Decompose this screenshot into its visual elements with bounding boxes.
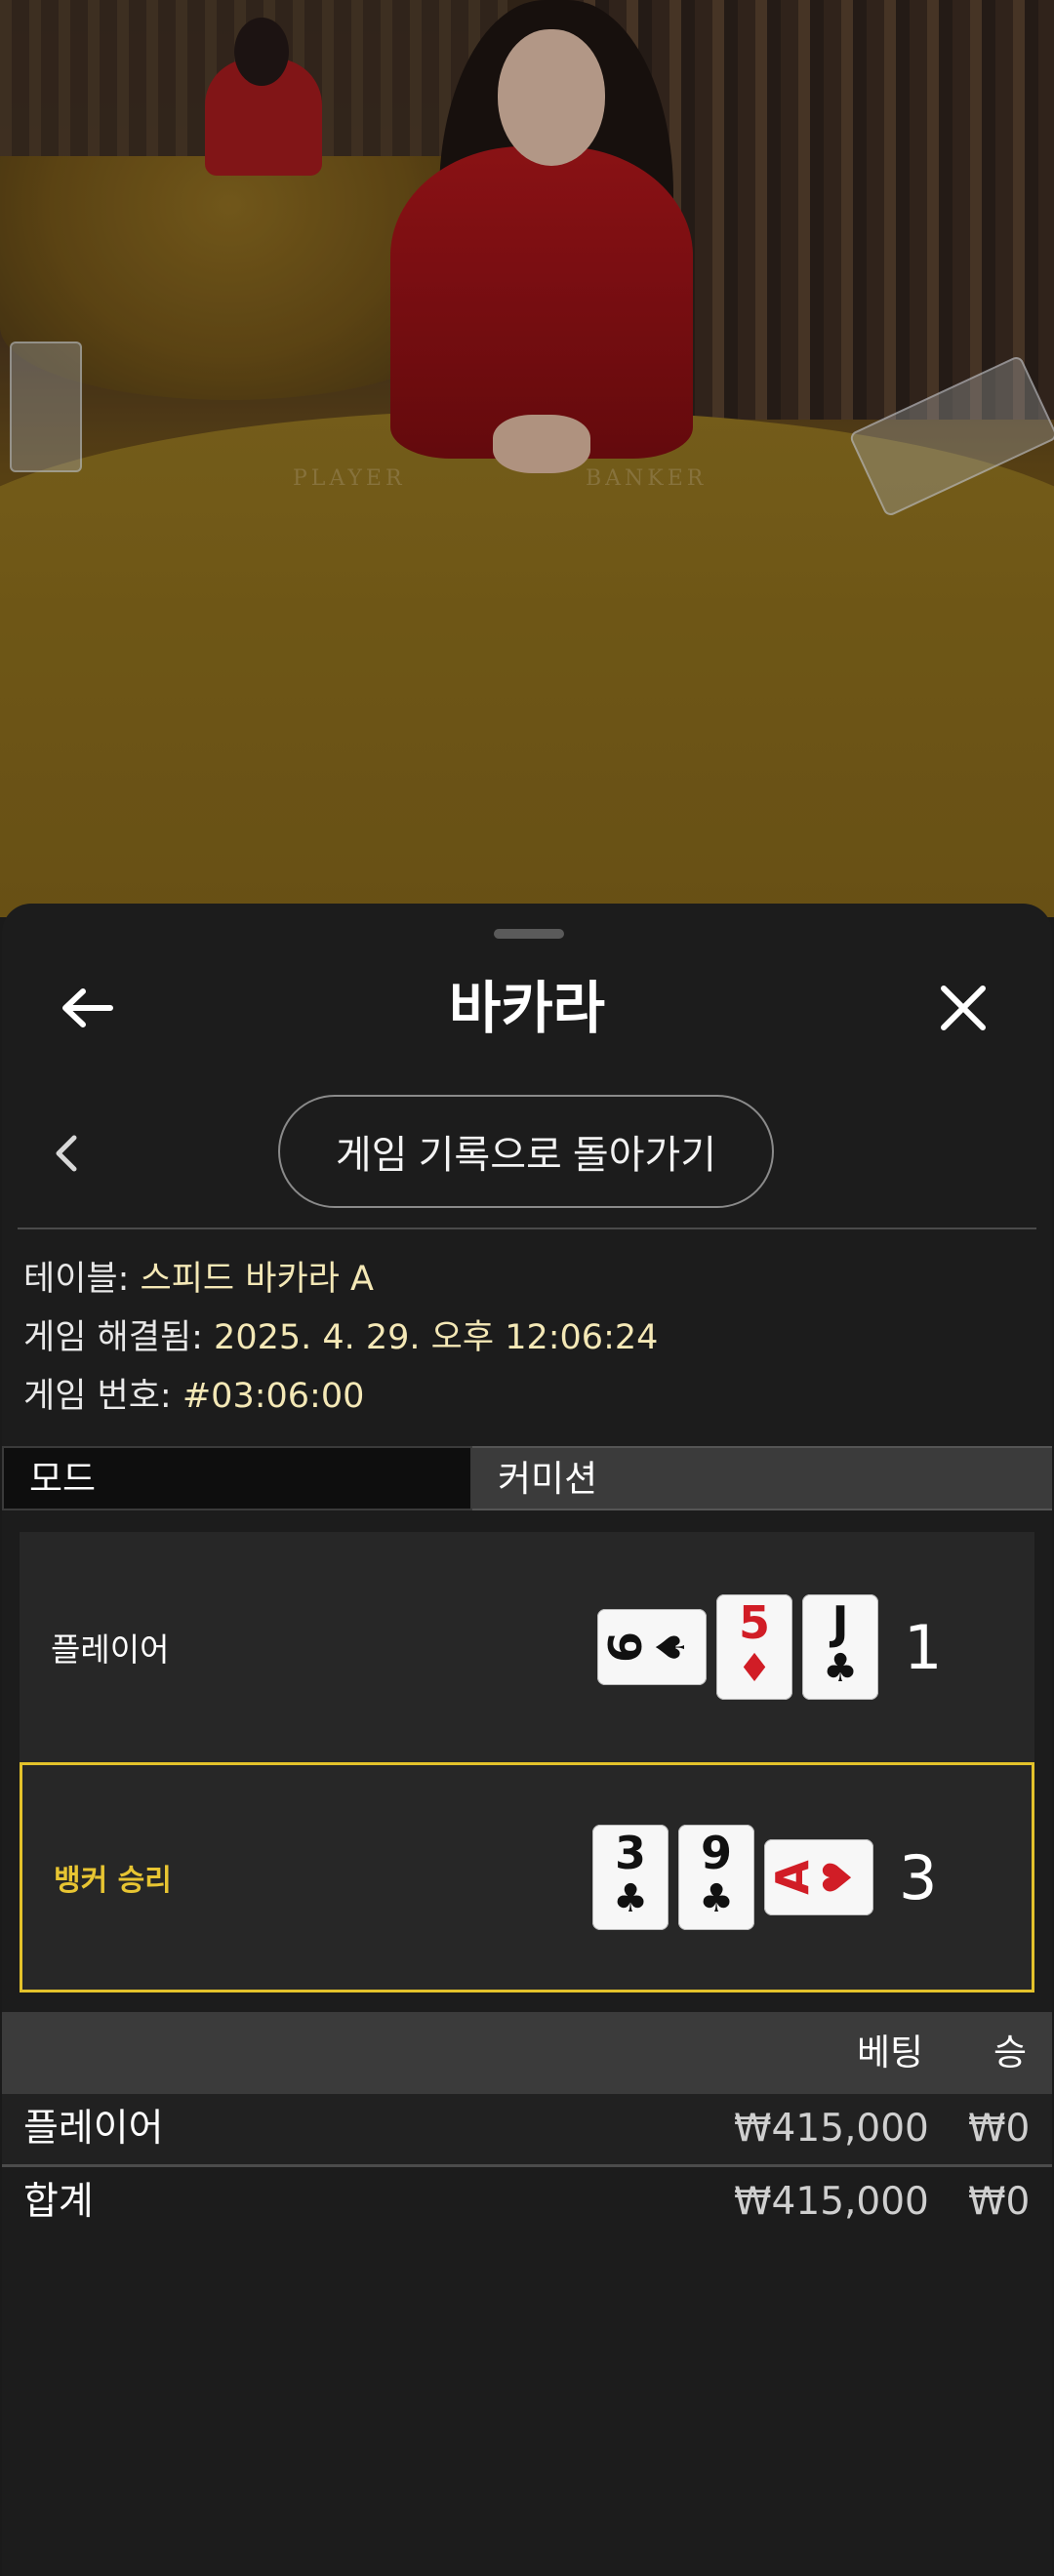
bet-column-header: 베팅 — [857, 2032, 924, 2073]
total-label: 합계 — [23, 2180, 94, 2224]
back-to-history-button[interactable]: 게임 기록으로 돌아가기 — [278, 1095, 774, 1208]
close-icon — [941, 986, 986, 1030]
club-icon: ♣ — [613, 1876, 648, 1921]
bet-name: 플레이어 — [23, 2107, 164, 2151]
player-hand-row: 플레이어 6 ♠ 5 ♦ J ♣ 1 — [20, 1532, 1034, 1762]
mode-tabs: 모드 커미션 — [2, 1446, 1052, 1510]
banker-score: 3 — [899, 1841, 938, 1913]
win-column-header: 승 — [993, 2032, 1028, 2073]
table-row: 플레이어 ₩415,000 ₩0 — [2, 2094, 1052, 2164]
table-info: 테이블: 스피드 바카라 A — [23, 1260, 374, 1299]
playing-card: 3 ♣ — [592, 1825, 669, 1930]
playing-card: 9 ♣ — [678, 1825, 754, 1930]
playing-card: J ♣ — [802, 1594, 878, 1700]
club-icon: ♣ — [823, 1646, 858, 1691]
spade-icon: ♠ — [649, 1630, 694, 1665]
playing-card: 6 ♠ — [597, 1609, 707, 1685]
total-bet-amount: ₩415,000 — [734, 2180, 929, 2224]
playing-card: 5 ♦ — [716, 1594, 792, 1700]
win-amount: ₩0 — [968, 2107, 1031, 2151]
live-video-feed: PLAYER BANKER — [0, 0, 1054, 917]
close-button[interactable] — [929, 974, 997, 1042]
heart-icon: ♥ — [816, 1860, 861, 1895]
playing-card: A ♥ — [764, 1839, 873, 1915]
sheet-drag-handle[interactable] — [494, 929, 564, 939]
total-win-amount: ₩0 — [968, 2180, 1031, 2224]
bets-table-header: 베팅 승 — [2, 2012, 1052, 2094]
banker-cards: 3 ♣ 9 ♣ A ♥ 3 — [592, 1765, 937, 1990]
history-back-chevron[interactable] — [47, 1124, 86, 1183]
divider — [18, 1228, 1036, 1229]
page-title: 바카라 — [448, 975, 606, 1041]
game-number-info: 게임 번호: #03:06:00 — [23, 1377, 365, 1416]
club-icon: ♣ — [699, 1876, 734, 1921]
diamond-icon: ♦ — [737, 1646, 772, 1691]
tab-mode[interactable]: 모드 — [2, 1446, 472, 1510]
chevron-left-icon — [56, 1135, 77, 1172]
resolved-time-info: 게임 해결됨: 2025. 4. 29. 오후 12:06:24 — [23, 1318, 659, 1357]
player-hand-label: 플레이어 — [51, 1630, 170, 1669]
tab-commission[interactable]: 커미션 — [472, 1446, 1052, 1510]
player-cards: 6 ♠ 5 ♦ J ♣ 1 — [597, 1532, 942, 1762]
total-row: 합계 ₩415,000 ₩0 — [2, 2167, 1052, 2237]
player-score: 1 — [904, 1611, 943, 1683]
bet-amount: ₩415,000 — [734, 2107, 929, 2151]
banker-win-label: 뱅커 승리 — [54, 1864, 172, 1898]
game-history-sheet: 바카라 게임 기록으로 돌아가기 테이블: 스피드 바카라 A 게임 해결됨: … — [2, 904, 1052, 2576]
banker-hand-row: 뱅커 승리 3 ♣ 9 ♣ A ♥ 3 — [20, 1762, 1034, 1992]
